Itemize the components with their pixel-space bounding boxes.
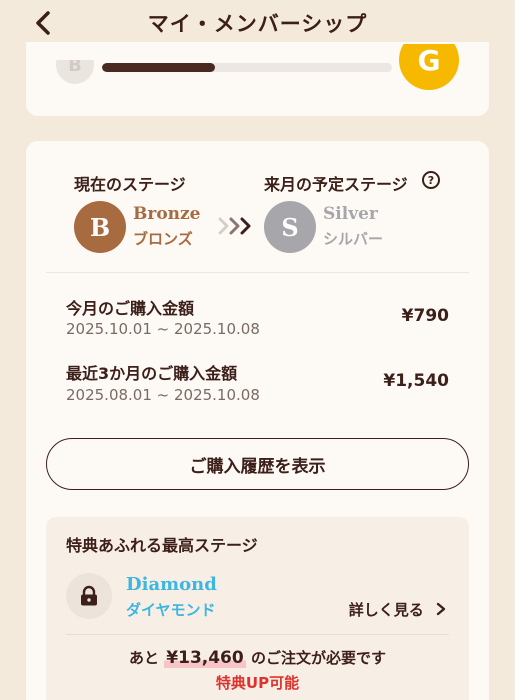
current-stage-label: 現在のステージ <box>74 175 186 194</box>
stage-progress-fill <box>102 63 216 72</box>
double-chevron-right-icon <box>218 217 251 235</box>
next-stage-name-en: Silver <box>323 204 378 224</box>
required-order-prefix: あと <box>129 649 165 667</box>
purchase-history-button[interactable]: ご購入履歴を表示 <box>46 438 469 490</box>
benefit-up-text: 特典UP可能 <box>215 674 300 692</box>
required-order-suffix: のご注文が必要です <box>245 649 386 667</box>
see-details-label: 詳しく見る <box>348 601 424 619</box>
required-order-amount: ¥13,460 <box>164 648 246 668</box>
three-month-purchase-period: 2025.08.01 ~ 2025.10.08 <box>66 386 260 404</box>
divider <box>66 634 449 635</box>
divider <box>46 272 469 273</box>
next-stage-label: 来月の予定ステージ <box>264 175 408 194</box>
current-stage-name-jp: ブロンズ <box>133 230 193 248</box>
stage-progress-card: B G <box>26 42 489 116</box>
monthly-purchase-period: 2025.10.01 ~ 2025.10.08 <box>66 320 260 338</box>
bronze-stage-badge: B <box>74 201 126 253</box>
membership-status-card: 現在のステージ 来月の予定ステージ ? B Bronze ブロンズ S Silv… <box>26 141 489 700</box>
next-stage-name-jp: シルバー <box>323 230 384 248</box>
question-circle-icon[interactable]: ? <box>422 171 440 189</box>
highest-stage-title: 特典あふれる最高ステージ <box>66 536 258 555</box>
page-title: マイ・メンバーシップ <box>147 12 368 36</box>
diamond-stage-name-en: Diamond <box>126 574 217 595</box>
monthly-purchase-value: ¥790 <box>401 306 449 326</box>
diamond-stage-name-jp: ダイヤモンド <box>126 601 216 619</box>
three-month-purchase-label: 最近3か月のご購入金額 <box>66 364 238 383</box>
stage-progress-bar <box>102 63 392 72</box>
required-order-text: あと ¥13,460 のご注文が必要です <box>46 647 469 668</box>
chevron-right-icon <box>436 602 446 616</box>
highest-stage-panel: 特典あふれる最高ステージ Diamond ダイヤモンド 詳しく見る あと ¥13… <box>46 517 469 700</box>
three-month-purchase-value: ¥1,540 <box>383 371 449 391</box>
see-details-link[interactable]: 詳しく見る <box>349 599 447 620</box>
monthly-purchase-label: 今月のご購入金額 <box>66 299 195 318</box>
bronze-stage-badge-small: B <box>56 60 94 84</box>
current-stage-name-en: Bronze <box>133 204 201 224</box>
lock-icon <box>81 585 97 606</box>
lock-badge <box>66 573 112 619</box>
silver-stage-badge: S <box>264 201 316 253</box>
